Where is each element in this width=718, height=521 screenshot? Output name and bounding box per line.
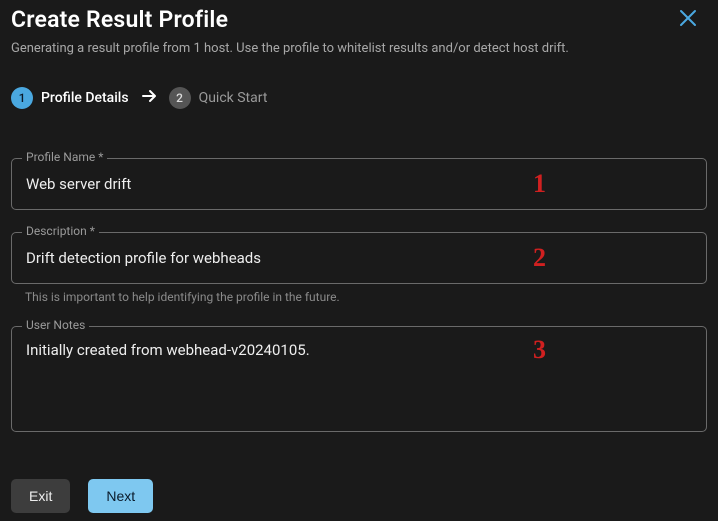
step-profile-details[interactable]: 1 Profile Details: [11, 87, 129, 109]
profile-name-label: Profile Name *: [22, 150, 107, 164]
description-field[interactable]: Description * 2: [11, 232, 707, 284]
step-quick-start[interactable]: 2 Quick Start: [169, 87, 268, 109]
step-number-1: 1: [11, 87, 33, 109]
close-icon: [678, 8, 698, 28]
description-helper: This is important to help identifying th…: [11, 290, 707, 304]
description-label: Description *: [22, 224, 99, 238]
close-button[interactable]: [676, 6, 700, 30]
user-notes-label: User Notes: [22, 318, 89, 332]
stepper: 1 Profile Details 2 Quick Start: [11, 86, 707, 110]
dialog-title: Create Result Profile: [11, 6, 707, 33]
step-number-2: 2: [169, 87, 191, 109]
step-label-1: Profile Details: [41, 90, 129, 106]
profile-name-input[interactable]: [12, 159, 706, 209]
description-input[interactable]: [12, 233, 706, 283]
user-notes-input[interactable]: [12, 327, 706, 427]
dialog-subtitle: Generating a result profile from 1 host.…: [11, 41, 707, 56]
profile-name-field[interactable]: Profile Name * 1: [11, 158, 707, 210]
exit-button[interactable]: Exit: [11, 479, 70, 513]
step-label-2: Quick Start: [199, 90, 268, 106]
next-button[interactable]: Next: [88, 479, 153, 513]
arrow-right-icon: [139, 86, 159, 110]
user-notes-field[interactable]: User Notes 3: [11, 326, 707, 432]
